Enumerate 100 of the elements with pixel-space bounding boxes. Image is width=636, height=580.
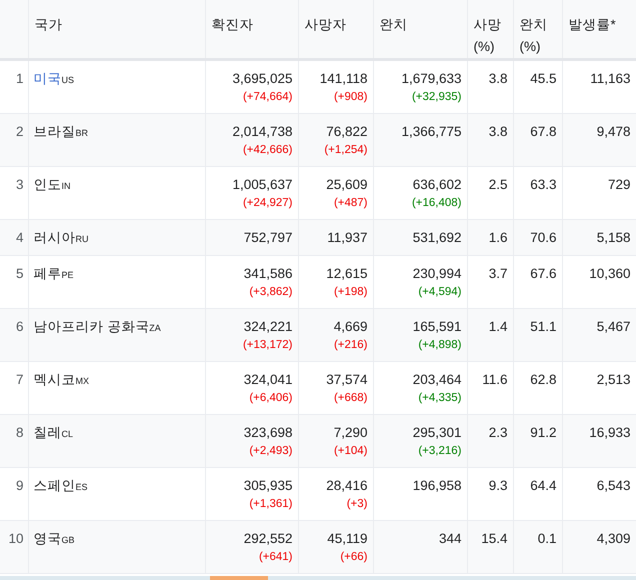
confirmed-count: 323,698 bbox=[242, 425, 292, 441]
recovery-rate: 0.1 bbox=[538, 531, 556, 546]
rank-number: 3 bbox=[16, 177, 24, 192]
confirmed-count: 752,797 bbox=[242, 230, 292, 246]
incidence-rate: 16,933 bbox=[589, 425, 630, 440]
recovery-rate: 62.8 bbox=[530, 372, 556, 387]
death-change: (+487) bbox=[332, 196, 368, 211]
death-count: 25,609 bbox=[325, 177, 368, 193]
death-rate: 3.8 bbox=[488, 71, 508, 86]
recovered-change: (+3,216) bbox=[417, 444, 462, 459]
death-rate: 9.3 bbox=[488, 478, 508, 493]
recovered-change: (+4,594) bbox=[417, 285, 462, 300]
death-change: (+216) bbox=[332, 338, 368, 353]
rank-number: 2 bbox=[16, 124, 24, 139]
death-rate: 3.8 bbox=[488, 124, 508, 139]
country-name: 러시아 bbox=[34, 230, 76, 245]
scrollbar[interactable] bbox=[0, 576, 636, 580]
country-code: GB bbox=[62, 535, 75, 545]
country-code: RU bbox=[76, 234, 88, 244]
incidence-rate: 9,478 bbox=[596, 124, 630, 139]
recovered-count: 165,591 bbox=[412, 319, 462, 335]
country-name: 인도 bbox=[34, 177, 62, 192]
death-change: (+668) bbox=[332, 391, 368, 406]
incidence-rate: 6,543 bbox=[596, 478, 630, 493]
confirmed-change: (+3,862) bbox=[248, 285, 292, 300]
incidence-rate: 5,467 bbox=[596, 319, 630, 334]
recovery-rate: 64.4 bbox=[530, 478, 556, 493]
incidence-rate: 2,513 bbox=[596, 372, 630, 387]
recovered-count: 636,602 bbox=[412, 177, 462, 193]
country-code: PE bbox=[62, 270, 74, 280]
rank-number: 9 bbox=[16, 478, 24, 493]
recovered-count: 295,301 bbox=[412, 425, 462, 441]
recovered-count: 1,679,633 bbox=[400, 71, 462, 87]
death-count: 76,822 bbox=[325, 124, 368, 140]
recovery-rate: 63.3 bbox=[530, 177, 556, 192]
death-count: 12,615 bbox=[325, 266, 368, 282]
recovery-rate: 67.6 bbox=[530, 266, 556, 281]
incidence-rate: 5,158 bbox=[596, 230, 630, 245]
rank-number: 10 bbox=[8, 531, 24, 546]
rank-number: 1 bbox=[16, 71, 24, 86]
country-name: 브라질 bbox=[34, 124, 76, 139]
confirmed-count: 292,552 bbox=[242, 531, 292, 547]
country-code: US bbox=[62, 75, 74, 85]
confirmed-change: (+1,361) bbox=[248, 497, 292, 512]
country-name: 남아프리카 공화국 bbox=[34, 319, 150, 334]
confirmed-change: (+74,664) bbox=[242, 90, 292, 105]
confirmed-change: (+6,406) bbox=[248, 391, 292, 406]
death-change: (+908) bbox=[332, 90, 368, 105]
country-code: MX bbox=[76, 376, 89, 386]
incidence-rate: 729 bbox=[608, 177, 630, 192]
recovered-change: (+16,408) bbox=[410, 196, 462, 211]
death-rate: 11.6 bbox=[482, 372, 508, 387]
death-change: (+1,254) bbox=[323, 143, 368, 158]
rank-number: 7 bbox=[16, 372, 24, 387]
recovered-count: 344 bbox=[438, 531, 462, 547]
recovered-count: 531,692 bbox=[412, 230, 462, 246]
country-link[interactable]: 미국 bbox=[34, 71, 62, 86]
recovered-change: (+32,935) bbox=[410, 90, 462, 105]
country-code: ES bbox=[76, 482, 88, 492]
confirmed-change: (+641) bbox=[258, 550, 292, 565]
recovery-rate: 67.8 bbox=[530, 124, 556, 139]
death-rate: 2.3 bbox=[488, 425, 508, 440]
rank-number: 4 bbox=[16, 230, 24, 245]
recovered-count: 203,464 bbox=[412, 372, 462, 388]
death-change: (+66) bbox=[339, 550, 368, 565]
death-count: 28,416 bbox=[325, 478, 368, 494]
recovery-rate: 91.2 bbox=[530, 425, 556, 440]
country-name: 페루 bbox=[34, 266, 62, 281]
death-count: 141,118 bbox=[318, 71, 368, 87]
death-count: 7,290 bbox=[332, 425, 368, 441]
confirmed-change: (+13,172) bbox=[242, 338, 292, 353]
incidence-rate: 10,360 bbox=[589, 266, 630, 281]
confirmed-count: 2,014,738 bbox=[231, 124, 292, 140]
death-count: 45,119 bbox=[326, 531, 368, 547]
incidence-rate: 11,163 bbox=[590, 71, 630, 86]
recovery-rate: 70.6 bbox=[530, 230, 556, 245]
confirmed-count: 1,005,637 bbox=[231, 177, 292, 193]
rank-number: 8 bbox=[16, 425, 24, 440]
confirmed-count: 341,586 bbox=[242, 266, 292, 282]
incidence-rate: 4,309 bbox=[596, 531, 630, 546]
death-rate: 2.5 bbox=[488, 177, 508, 192]
death-count: 11,937 bbox=[326, 230, 368, 246]
confirmed-change: (+42,666) bbox=[242, 143, 292, 158]
rank-number: 6 bbox=[16, 319, 24, 334]
rank-number: 5 bbox=[16, 266, 24, 281]
confirmed-change: (+2,493) bbox=[248, 444, 292, 459]
death-rate: 3.7 bbox=[488, 266, 508, 281]
death-count: 37,574 bbox=[325, 372, 368, 388]
death-change: (+104) bbox=[332, 444, 368, 459]
country-name: 영국 bbox=[34, 531, 62, 546]
country-code: CL bbox=[62, 429, 74, 439]
death-rate: 15.4 bbox=[481, 531, 508, 546]
country-code: IN bbox=[62, 181, 70, 191]
recovered-change: (+4,335) bbox=[417, 391, 462, 406]
country-code: ZA bbox=[149, 323, 161, 333]
recovery-rate: 45.5 bbox=[530, 71, 556, 86]
recovered-change: (+4,898) bbox=[417, 338, 462, 353]
recovered-count: 196,958 bbox=[412, 478, 462, 494]
recovered-count: 1,366,775 bbox=[400, 124, 462, 140]
death-change: (+198) bbox=[332, 285, 368, 300]
